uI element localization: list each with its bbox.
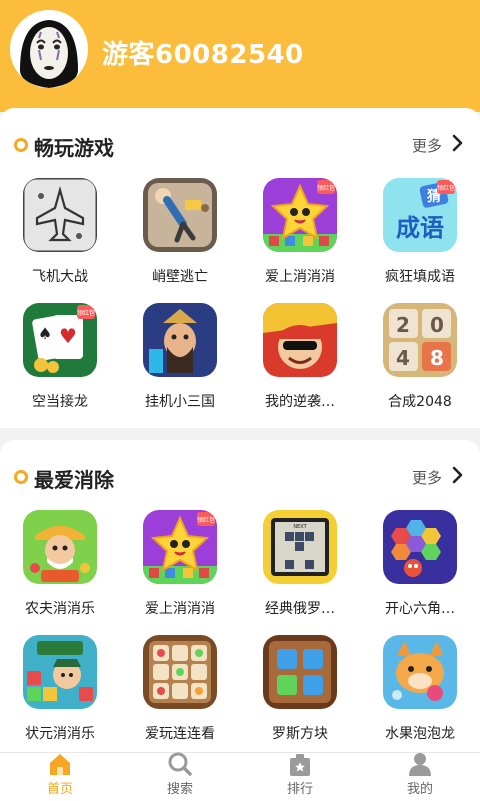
chevron-right-icon[interactable] <box>448 133 468 153</box>
nav-label: 首页 <box>46 782 73 797</box>
game-label: 状元消消乐 <box>25 726 95 742</box>
game-tile[interactable]: 猜 成语 领红包 疯狂填成语 <box>360 178 480 298</box>
game-tile[interactable]: 领红包 爱上消消消 <box>240 178 360 298</box>
idiom-icon: 猜 成语 领红包 <box>383 178 457 252</box>
nav-ranking[interactable]: 排行 <box>240 753 360 801</box>
section-header: 最爱消除 更多 <box>0 440 480 512</box>
profile-icon <box>409 753 431 776</box>
fruit-bubble-icon <box>383 635 457 709</box>
star-match-icon: 领红包 <box>143 510 217 584</box>
game-tile[interactable]: 2 0 4 8 合成2048 <box>360 303 480 423</box>
svg-text:♥: ♥ <box>59 324 77 348</box>
game-label: 经典俄罗… <box>265 601 335 617</box>
link-match-icon <box>143 635 217 709</box>
svg-text:领红包: 领红包 <box>197 516 215 524</box>
block-icon <box>263 635 337 709</box>
search-icon <box>168 752 192 776</box>
game-label: 合成2048 <box>388 394 452 410</box>
game-label: 农夫消消乐 <box>25 601 95 617</box>
scholar-icon <box>23 635 97 709</box>
section-title: 畅玩游戏 <box>34 136 114 160</box>
more-link[interactable]: 更多 <box>412 467 442 488</box>
game-tile[interactable]: 农夫消消乐 <box>0 510 120 630</box>
game-tile[interactable]: 开心六角… <box>360 510 480 630</box>
farmer-icon <box>23 510 97 584</box>
bottom-navigation: 首页 搜索 排行 我的 <box>0 752 480 801</box>
svg-text:8: 8 <box>430 346 444 370</box>
nav-profile[interactable]: 我的 <box>360 753 480 801</box>
svg-text:♠: ♠ <box>38 324 52 343</box>
cliff-escape-icon <box>143 178 217 252</box>
game-tile[interactable]: 我的逆袭… <box>240 303 360 423</box>
game-tile[interactable]: 水果泡泡龙 <box>360 635 480 755</box>
svg-text:领红包: 领红包 <box>317 184 335 192</box>
svg-text:2: 2 <box>396 313 410 337</box>
nav-home[interactable]: 首页 <box>0 753 120 801</box>
profile-header: 游客60082540 <box>0 0 480 112</box>
game-label: 罗斯方块 <box>272 726 328 742</box>
game-label: 开心六角… <box>385 601 455 617</box>
username: 游客60082540 <box>102 40 304 70</box>
svg-text:4: 4 <box>396 346 410 370</box>
game-tile[interactable]: 峭壁逃亡 <box>120 178 240 298</box>
game-tile[interactable]: 罗斯方块 <box>240 635 360 755</box>
more-link[interactable]: 更多 <box>412 135 442 156</box>
section-marker-icon <box>14 138 28 152</box>
game-label: 峭壁逃亡 <box>152 269 208 285</box>
2048-icon: 2 0 4 8 <box>383 303 457 377</box>
three-kingdoms-icon <box>143 303 217 377</box>
tetris-icon: NEXT <box>263 510 337 584</box>
star-match-icon: 领红包 <box>263 178 337 252</box>
plane-game-icon <box>23 178 97 252</box>
ranking-icon <box>290 754 310 776</box>
nav-label: 搜索 <box>166 782 193 797</box>
section-header: 畅玩游戏 更多 <box>0 108 480 180</box>
nav-label: 我的 <box>406 782 433 797</box>
comeback-icon <box>263 303 337 377</box>
chevron-right-icon[interactable] <box>448 465 468 485</box>
game-tile[interactable]: 状元消消乐 <box>0 635 120 755</box>
game-label: 爱上消消消 <box>145 601 215 617</box>
home-icon <box>50 754 70 775</box>
game-tile[interactable]: NEXT 经典俄罗… <box>240 510 360 630</box>
svg-text:成语: 成语 <box>396 214 444 242</box>
nav-search[interactable]: 搜索 <box>120 752 240 801</box>
game-label: 空当接龙 <box>32 394 88 410</box>
avatar[interactable] <box>10 10 88 88</box>
svg-text:0: 0 <box>430 313 444 337</box>
nav-label: 排行 <box>286 782 313 797</box>
game-label: 水果泡泡龙 <box>385 726 455 742</box>
section-title: 最爱消除 <box>34 468 114 492</box>
svg-text:领红包: 领红包 <box>437 184 455 192</box>
game-tile[interactable]: 挂机小三国 <box>120 303 240 423</box>
section-match-games: 最爱消除 更多 农夫消消乐 领红包 爱上消消消 NEXT 经典俄罗… 开心六角…… <box>0 440 480 752</box>
game-label: 我的逆袭… <box>265 394 335 410</box>
game-label: 爱上消消消 <box>265 269 335 285</box>
svg-text:NEXT: NEXT <box>293 524 307 530</box>
section-casual-games: 畅玩游戏 更多 飞机大战 峭壁逃亡 领红包 爱上消消消 猜 成语 领红包 疯狂填… <box>0 108 480 428</box>
svg-text:领红包: 领红包 <box>77 309 95 317</box>
poker-icon: ♥ ♠ 领红包 <box>23 303 97 377</box>
game-label: 爱玩连连看 <box>145 726 215 742</box>
hexagon-icon <box>383 510 457 584</box>
game-tile[interactable]: 飞机大战 <box>0 178 120 298</box>
game-label: 疯狂填成语 <box>385 269 455 285</box>
section-marker-icon <box>14 470 28 484</box>
game-tile[interactable]: 爱玩连连看 <box>120 635 240 755</box>
game-label: 挂机小三国 <box>145 394 215 410</box>
game-tile[interactable]: 领红包 爱上消消消 <box>120 510 240 630</box>
game-label: 飞机大战 <box>32 269 88 285</box>
game-tile[interactable]: ♥ ♠ 领红包 空当接龙 <box>0 303 120 423</box>
